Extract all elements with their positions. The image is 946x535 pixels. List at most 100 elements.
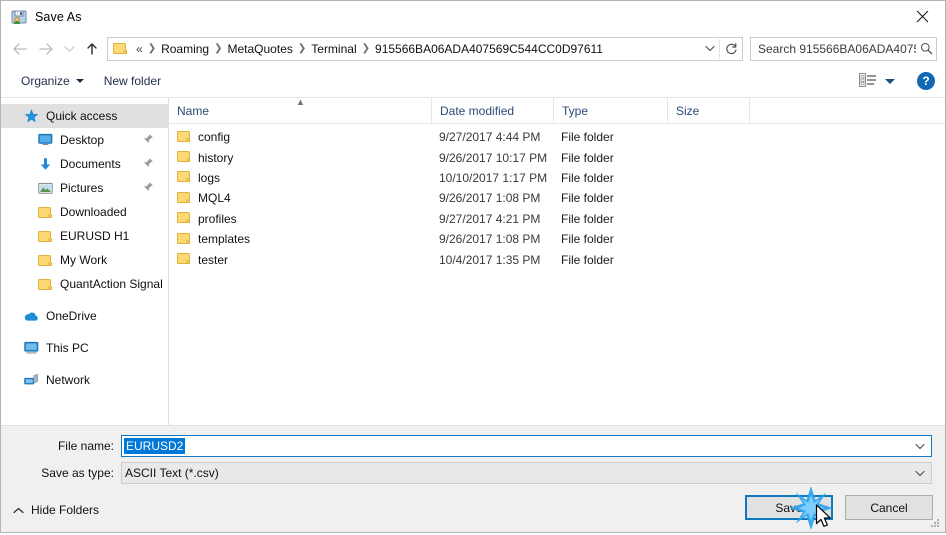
file-name: config: [198, 130, 231, 145]
organize-label: Organize: [21, 74, 70, 88]
refresh-button[interactable]: [719, 38, 742, 59]
sidebar-item-quick-access[interactable]: Quick access: [1, 104, 168, 128]
chevron-down-icon[interactable]: [915, 466, 925, 480]
file-name-cell: config: [169, 130, 431, 145]
column-header-name[interactable]: ▲ Name: [169, 98, 431, 123]
column-header-type[interactable]: Type: [553, 98, 667, 123]
cancel-button[interactable]: Cancel: [845, 495, 933, 520]
pin-icon[interactable]: [143, 133, 154, 147]
save-as-type-value: ASCII Text (*.csv): [125, 466, 219, 480]
help-icon: ?: [922, 74, 930, 88]
sidebar-item-label: Desktop: [60, 133, 105, 147]
sidebar-item-label: Pictures: [60, 181, 104, 195]
sidebar-item-label: QuantAction Signal: [60, 277, 163, 291]
breadcrumb-separator: ❯: [147, 43, 157, 54]
window-title: Save As: [35, 9, 82, 24]
sidebar-item-downloaded[interactable]: Downloaded: [1, 200, 168, 224]
navigation-pane: Quick access Desktop Documents Pictures …: [1, 98, 169, 425]
view-layout-icon: [859, 72, 877, 90]
breadcrumb-item-metaquotes[interactable]: MetaQuotes: [225, 42, 296, 56]
sidebar-item-pictures[interactable]: Pictures: [1, 176, 168, 200]
table-row[interactable]: config 9/27/2017 4:44 PM File folder: [169, 127, 945, 147]
folder-icon: [177, 211, 190, 226]
organize-button[interactable]: Organize: [15, 71, 90, 91]
documents-download-icon: [37, 156, 53, 172]
column-header-filler: [749, 98, 945, 123]
breadcrumb-item-roaming[interactable]: Roaming: [158, 42, 212, 56]
sidebar-item-desktop[interactable]: Desktop: [1, 128, 168, 152]
title-bar: Save As: [1, 1, 945, 32]
save-button[interactable]: Save: [745, 495, 833, 520]
sidebar-item-onedrive[interactable]: OneDrive: [1, 304, 168, 328]
chevron-down-icon[interactable]: [915, 439, 925, 453]
breadcrumb: « ❯ Roaming ❯ MetaQuotes ❯ Terminal ❯ 91…: [133, 42, 701, 56]
table-row[interactable]: profiles 9/27/2017 4:21 PM File folder: [169, 209, 945, 229]
file-type-cell: File folder: [561, 211, 614, 226]
sidebar-item-eurusd-h1[interactable]: EURUSD H1: [1, 224, 168, 248]
table-row[interactable]: MQL4 9/26/2017 1:08 PM File folder: [169, 188, 945, 208]
file-date-cell: 9/26/2017 1:08 PM: [439, 232, 541, 247]
folder-icon: [37, 276, 53, 292]
resize-grip-icon[interactable]: [931, 519, 941, 529]
column-header-date-modified[interactable]: Date modified: [431, 98, 553, 123]
sidebar-item-label: Documents: [60, 157, 121, 171]
table-row[interactable]: logs 10/10/2017 1:17 PM File folder: [169, 168, 945, 188]
change-view-button[interactable]: [855, 71, 899, 92]
new-folder-button[interactable]: New folder: [98, 71, 167, 91]
folder-icon: [37, 252, 53, 268]
column-header-size[interactable]: Size: [667, 98, 749, 123]
file-name-input[interactable]: EURUSD2: [121, 435, 932, 457]
dialog-body: Quick access Desktop Documents Pictures …: [1, 98, 945, 425]
sidebar-item-network[interactable]: Network: [1, 368, 168, 392]
help-button[interactable]: ?: [917, 72, 935, 90]
folder-icon: [177, 170, 190, 185]
sidebar-item-my-work[interactable]: My Work: [1, 248, 168, 272]
table-row[interactable]: templates 9/26/2017 1:08 PM File folder: [169, 229, 945, 249]
command-toolbar: Organize New folder ?: [1, 65, 945, 98]
hide-folders-button[interactable]: Hide Folders: [13, 503, 99, 517]
chevron-down-icon: [885, 78, 895, 84]
back-button[interactable]: [7, 36, 33, 62]
breadcrumb-item-terminal[interactable]: Terminal: [308, 42, 359, 56]
folder-icon: [177, 130, 190, 145]
forward-button[interactable]: [33, 36, 59, 62]
folder-icon: [37, 228, 53, 244]
search-box[interactable]: Search 915566BA06ADA40756...: [750, 36, 937, 61]
file-name: history: [198, 150, 234, 165]
back-arrow-icon: [13, 42, 27, 55]
save-as-dialog: Save As « ❯ Roaming ❯ MetaQuotes ❯ Termi…: [0, 0, 946, 533]
breadcrumb-separator: ❯: [297, 43, 307, 54]
file-type-cell: File folder: [561, 232, 614, 247]
table-row[interactable]: tester 10/4/2017 1:35 PM File folder: [169, 249, 945, 269]
up-button[interactable]: [79, 36, 105, 62]
chevron-down-icon: [705, 45, 715, 52]
search-input[interactable]: Search 915566BA06ADA40756...: [751, 42, 916, 56]
address-dropdown-button[interactable]: [701, 39, 719, 59]
sidebar-item-label: My Work: [60, 253, 108, 267]
file-name: logs: [198, 170, 221, 185]
column-header-label: Type: [562, 103, 589, 118]
file-name-label: File name:: [57, 439, 114, 453]
pin-icon[interactable]: [143, 181, 154, 195]
pin-icon[interactable]: [143, 157, 154, 171]
file-name: profiles: [198, 211, 237, 226]
sidebar-item-documents[interactable]: Documents: [1, 152, 168, 176]
dialog-footer: Hide Folders Save Cancel: [1, 488, 945, 532]
sidebar-item-quantaction-signal[interactable]: QuantAction Signal: [1, 272, 168, 296]
desktop-icon: [37, 132, 53, 148]
breadcrumb-overflow[interactable]: «: [133, 42, 146, 56]
close-button[interactable]: [899, 1, 945, 31]
address-bar[interactable]: « ❯ Roaming ❯ MetaQuotes ❯ Terminal ❯ 91…: [107, 36, 743, 61]
file-list-pane: ▲ Name Date modified Type Size config 9/…: [169, 98, 945, 425]
save-as-type-select[interactable]: ASCII Text (*.csv): [121, 462, 932, 484]
chevron-down-icon: [63, 45, 75, 52]
file-name-value: EURUSD2: [124, 438, 186, 454]
sidebar-item-label: OneDrive: [46, 309, 97, 323]
recent-locations-button[interactable]: [59, 36, 79, 62]
column-header-label: Size: [676, 103, 700, 118]
sidebar-item-this-pc[interactable]: This PC: [1, 336, 168, 360]
this-pc-icon: [23, 340, 39, 356]
table-row[interactable]: history 9/26/2017 10:17 PM File folder: [169, 147, 945, 167]
breadcrumb-item-instance[interactable]: 915566BA06ADA407569C544CC0D97611: [372, 42, 606, 56]
